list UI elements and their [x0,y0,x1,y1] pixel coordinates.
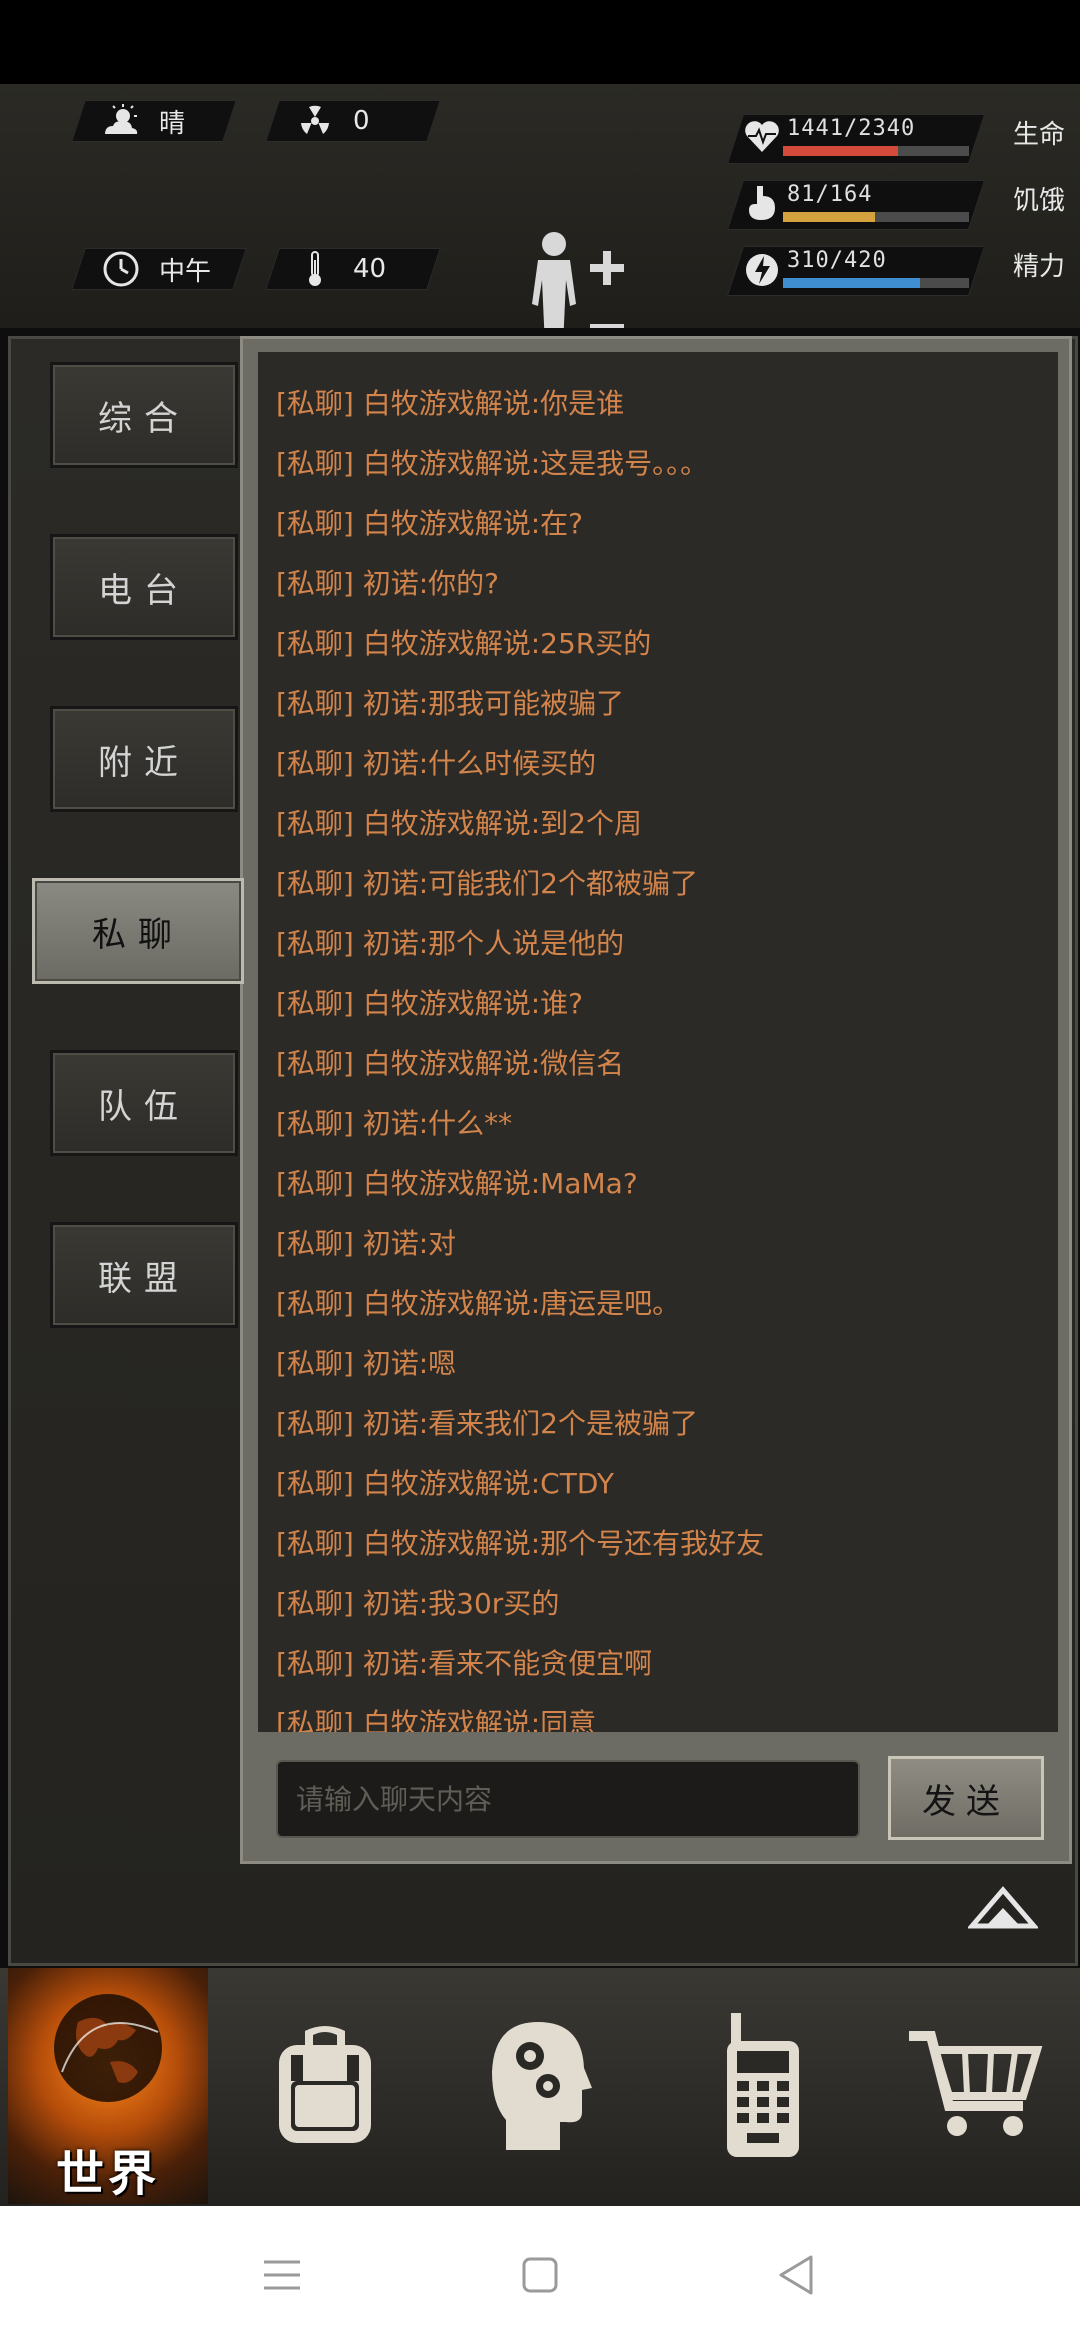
status-bar [0,0,1080,84]
backpack-icon [265,2021,385,2155]
chat-message: [私聊] 白牧游戏解说:谁? [276,987,584,1020]
stomach-icon [743,184,783,224]
skills-head-icon [486,2016,596,2160]
chat-message: [私聊] 初诺:那我可能被骗了 [276,687,625,720]
chat-message: [私聊] 白牧游戏解说:到2个周 [276,807,642,840]
chat-message: [私聊] 白牧游戏解说:微信名 [276,1047,625,1080]
temperature-value: 40 [353,254,387,284]
tab-alliance[interactable]: 联盟 [50,1222,238,1328]
hunger-value: 81/164 [787,182,873,207]
chat-message: [私聊] 初诺:对 [276,1227,457,1260]
health-value: 1441/2340 [787,116,916,141]
chat-message: [私聊] 初诺:可能我们2个都被骗了 [276,867,698,900]
health-label: 生命 [1012,120,1065,150]
status-hud: 晴 0 中午 40 1441/2340 生命 81/164 饥饿 310/420… [0,84,1080,374]
bottom-navigation: 世界 [0,1968,1080,2206]
cart-icon [905,2026,1045,2150]
tab-nearby[interactable]: 附近 [50,706,238,812]
nav-backpack[interactable] [250,1988,400,2188]
send-button[interactable]: 发送 [888,1756,1044,1840]
thermometer-icon [295,249,335,289]
health-stat: 1441/2340 生命 [726,114,1065,164]
chat-message: [私聊] 初诺:嗯 [276,1347,457,1380]
chat-message: [私聊] 白牧游戏解说:CTDY [276,1467,614,1500]
radiation-pill: 0 [265,100,441,142]
hunger-label: 饥饿 [1012,186,1065,216]
home-icon[interactable] [510,2250,570,2300]
chat-message: [私聊] 初诺:什么时候买的 [276,747,597,780]
radiation-icon [295,101,335,141]
chat-message-list[interactable]: [私聊] 白牧游戏解说:你是谁 [私聊] 白牧游戏解说:这是我号。。。 [私聊]… [258,352,1058,1732]
nav-world[interactable]: 世界 [8,1968,208,2204]
chat-message: [私聊] 白牧游戏解说:那个号还有我好友 [276,1527,765,1560]
temperature-pill: 40 [265,248,441,290]
chat-message: [私聊] 白牧游戏解说:25R买的 [276,627,652,660]
tab-general[interactable]: 综合 [50,362,238,468]
chat-screen: 综合 电台 附近 私聊 队伍 联盟 [私聊] 白牧游戏解说:你是谁 [私聊] 白… [0,328,1080,1968]
nav-world-label: 世界 [55,2146,160,2202]
chat-message: [私聊] 白牧游戏解说:这是我号。。。 [276,447,709,480]
chat-message: [私聊] 白牧游戏解说:唐运是吧。 [276,1287,681,1320]
energy-icon [743,250,783,290]
chat-input[interactable] [294,1781,858,1817]
chat-message: [私聊] 初诺:看来不能贪便宜啊 [276,1647,653,1680]
chat-input-container [276,1760,860,1838]
tab-radio[interactable]: 电台 [50,534,238,640]
energy-stat: 310/420 精力 [726,246,1065,296]
chat-message: [私聊] 初诺:那个人说是他的 [276,927,625,960]
nav-skills[interactable] [466,1988,616,2188]
hunger-stat: 81/164 饥饿 [726,180,1065,230]
tab-private-chat[interactable]: 私聊 [32,878,244,984]
time-of-day: 中午 [159,256,212,287]
clock-icon [101,249,141,289]
weather-text: 晴 [159,108,186,139]
health-bar [783,146,898,156]
energy-value: 310/420 [787,248,887,273]
weather-pill: 晴 [71,100,237,142]
radiation-value: 0 [353,106,370,136]
chat-message: [私聊] 初诺:什么** [276,1107,513,1140]
energy-label: 精力 [1012,252,1065,282]
tab-team[interactable]: 队伍 [50,1050,238,1156]
heart-icon [743,118,783,158]
collapse-up-icon[interactable] [966,1886,1040,1934]
globe-icon [48,1982,168,2142]
chat-message: [私聊] 白牧游戏解说:你是谁 [276,387,625,420]
menu-icon[interactable] [252,2250,312,2300]
chat-message: [私聊] 白牧游戏解说:同意 [276,1707,597,1732]
chat-message: [私聊] 初诺:看来我们2个是被骗了 [276,1407,698,1440]
back-icon[interactable] [766,2250,826,2300]
system-navigation-bar [0,2206,1080,2340]
energy-bar [783,278,921,288]
time-pill: 中午 [71,248,247,290]
chat-message: [私聊] 初诺:我30r买的 [276,1587,560,1620]
radio-icon [713,2011,813,2165]
nav-shop[interactable] [900,1988,1050,2188]
hunger-bar [783,212,875,222]
chat-message: [私聊] 白牧游戏解说:MaMa? [276,1167,638,1200]
nav-radio[interactable] [688,1988,838,2188]
chat-message: [私聊] 白牧游戏解说:在? [276,507,584,540]
chat-message: [私聊] 初诺:你的? [276,567,500,600]
sun-cloud-icon [101,101,141,141]
